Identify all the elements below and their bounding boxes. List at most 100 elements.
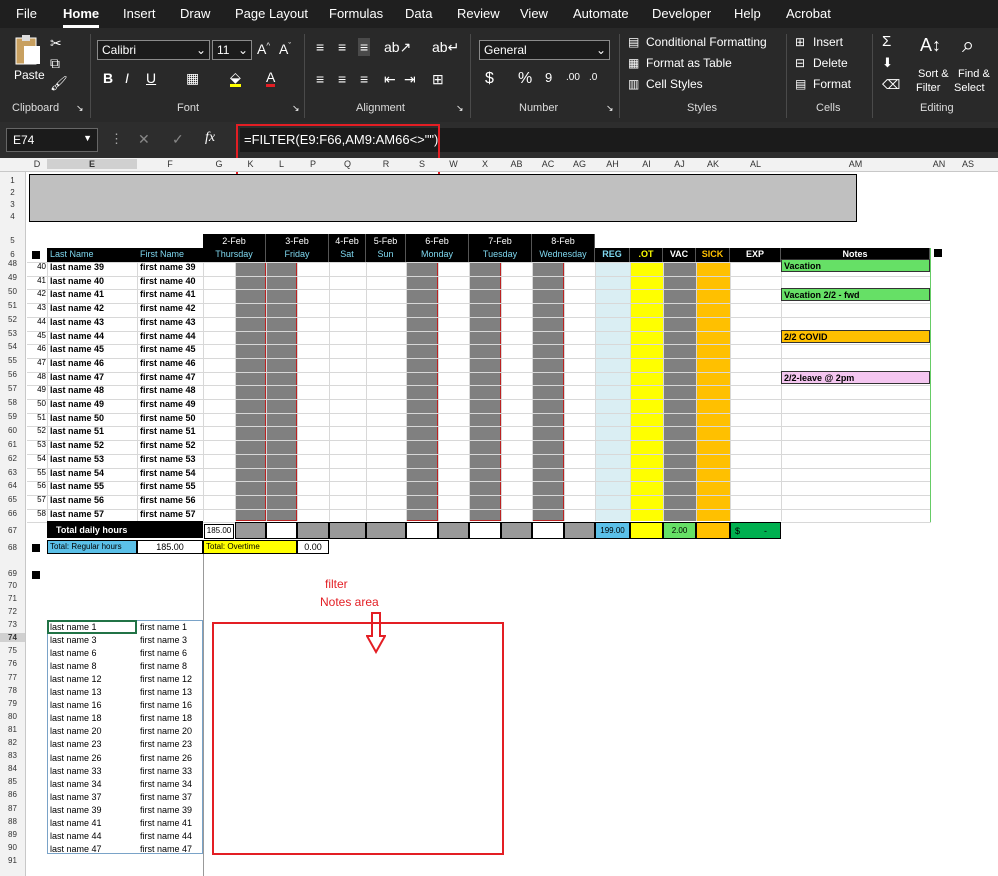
align-center-icon[interactable]: ≡ [338, 72, 346, 86]
last-name-cell[interactable]: last name 55 [50, 480, 104, 492]
cut-icon[interactable]: ✂ [50, 36, 62, 50]
dialog-launcher-icon[interactable]: ↘ [456, 104, 464, 113]
row-header[interactable]: 62 [0, 454, 25, 463]
total-cell[interactable] [235, 522, 266, 539]
column-header[interactable]: D [27, 159, 47, 169]
filter-last-name[interactable]: last name 26 [50, 752, 102, 764]
dialog-launcher-icon[interactable]: ↘ [292, 104, 300, 113]
row-header[interactable]: 86 [0, 790, 25, 799]
borders-icon[interactable]: ▦ [186, 71, 199, 85]
number-format-select[interactable]: General ⌄ [479, 40, 610, 60]
total-daily-value[interactable]: 185.00 [204, 524, 234, 539]
row-header[interactable]: 65 [0, 495, 25, 504]
row-header[interactable]: 79 [0, 699, 25, 708]
column-header[interactable]: X [469, 159, 501, 169]
first-name-cell[interactable]: first name 50 [140, 412, 196, 424]
last-name-cell[interactable]: last name 54 [50, 467, 104, 479]
menu-review[interactable]: Review [457, 6, 500, 21]
decrease-decimal-icon[interactable]: .0 [589, 73, 597, 83]
row-header[interactable]: 56 [0, 370, 25, 379]
increase-font-icon[interactable]: A^ [257, 42, 270, 56]
filter-first-name[interactable]: first name 6 [140, 647, 187, 659]
column-header[interactable]: AI [630, 159, 663, 169]
last-name-cell[interactable]: last name 51 [50, 425, 104, 437]
row-header[interactable]: 5 [0, 236, 25, 245]
increase-decimal-icon[interactable]: .00 [566, 73, 580, 83]
first-name-cell[interactable]: first name 43 [140, 316, 196, 328]
row-header[interactable]: 89 [0, 830, 25, 839]
filter-first-name[interactable]: first name 26 [140, 752, 192, 764]
italic-icon[interactable]: I [125, 71, 129, 85]
conditional-formatting-button[interactable]: Conditional Formatting [646, 35, 767, 49]
last-name-cell[interactable]: last name 42 [50, 302, 104, 314]
note-cell[interactable]: 2/2 COVID [781, 329, 930, 343]
first-name-cell[interactable]: first name 39 [140, 261, 196, 273]
filter-last-name[interactable]: last name 37 [50, 791, 102, 803]
sort-filter-line1[interactable]: Sort & [918, 68, 949, 80]
decrease-font-icon[interactable]: Aˇ [279, 42, 291, 56]
filter-first-name[interactable]: first name 8 [140, 660, 187, 672]
dialog-launcher-icon[interactable]: ↘ [76, 104, 84, 113]
column-header[interactable]: AS [948, 159, 988, 169]
copy-icon[interactable]: ⧉ [50, 56, 60, 70]
align-top-icon[interactable]: ≡ [316, 40, 324, 54]
row-header[interactable]: 76 [0, 659, 25, 668]
total-vac-value[interactable]: 2.00 [663, 522, 696, 539]
total-cell[interactable] [438, 522, 469, 539]
filter-first-name[interactable]: first name 12 [140, 673, 192, 685]
row-header[interactable]: 59 [0, 412, 25, 421]
column-header[interactable]: P [297, 159, 329, 169]
column-header[interactable]: AH [595, 159, 630, 169]
filter-last-name[interactable]: last name 18 [50, 712, 102, 724]
last-name-cell[interactable]: last name 40 [50, 275, 104, 287]
insert-button[interactable]: Insert [813, 35, 843, 49]
last-name-cell[interactable]: last name 39 [50, 261, 104, 273]
dialog-launcher-icon[interactable]: ↘ [606, 104, 614, 113]
percent-icon[interactable]: % [518, 71, 532, 87]
name-box[interactable]: E74 ▼ [6, 128, 98, 152]
filter-last-name[interactable]: last name 1 [50, 621, 97, 633]
last-name-cell[interactable]: last name 41 [50, 288, 104, 300]
filter-last-name[interactable]: last name 20 [50, 725, 102, 737]
filter-first-name[interactable]: first name 18 [140, 712, 192, 724]
column-header[interactable]: R [366, 159, 406, 169]
menu-home[interactable]: Home [63, 6, 99, 21]
total-cell[interactable] [406, 522, 438, 539]
filter-first-name[interactable]: first name 33 [140, 765, 192, 777]
total-cell[interactable] [329, 522, 366, 539]
menu-view[interactable]: View [520, 6, 548, 21]
filter-first-name[interactable]: first name 20 [140, 725, 192, 737]
filter-last-name[interactable]: last name 8 [50, 660, 97, 672]
row-header[interactable]: 52 [0, 315, 25, 324]
first-name-cell[interactable]: first name 56 [140, 494, 196, 506]
filter-first-name[interactable]: first name 3 [140, 634, 187, 646]
row-header[interactable]: 63 [0, 468, 25, 477]
row-header[interactable]: 83 [0, 751, 25, 760]
insert-function-icon[interactable]: fx [205, 131, 215, 145]
total-sick-cell[interactable] [696, 522, 730, 539]
filter-last-name[interactable]: last name 23 [50, 738, 102, 750]
menu-formulas[interactable]: Formulas [329, 6, 383, 21]
row-header[interactable]: 81 [0, 725, 25, 734]
find-select-line1[interactable]: Find & [958, 68, 990, 80]
row-header[interactable]: 84 [0, 764, 25, 773]
row-header[interactable]: 48 [0, 259, 25, 268]
row-header[interactable]: 49 [0, 273, 25, 282]
bold-icon[interactable]: B [103, 71, 113, 85]
align-right-icon[interactable]: ≡ [360, 72, 368, 86]
row-header[interactable]: 80 [0, 712, 25, 721]
column-header[interactable]: AJ [663, 159, 696, 169]
first-name-cell[interactable]: first name 49 [140, 398, 196, 410]
orientation-icon[interactable]: ab↗ [384, 40, 411, 54]
row-header[interactable]: 78 [0, 686, 25, 695]
row-header[interactable]: 87 [0, 804, 25, 813]
filter-first-name[interactable]: first name 13 [140, 686, 192, 698]
note-cell[interactable]: Vacation 2/2 - fwd [781, 288, 930, 302]
total-cell[interactable] [366, 522, 406, 539]
row-header[interactable]: 4 [0, 212, 25, 221]
filter-first-name[interactable]: first name 16 [140, 699, 192, 711]
clear-icon[interactable]: ⌫ [882, 78, 900, 91]
format-painter-icon[interactable]: 🖌 [50, 76, 68, 90]
row-header[interactable]: 85 [0, 777, 25, 786]
filter-first-name[interactable]: first name 34 [140, 778, 192, 790]
